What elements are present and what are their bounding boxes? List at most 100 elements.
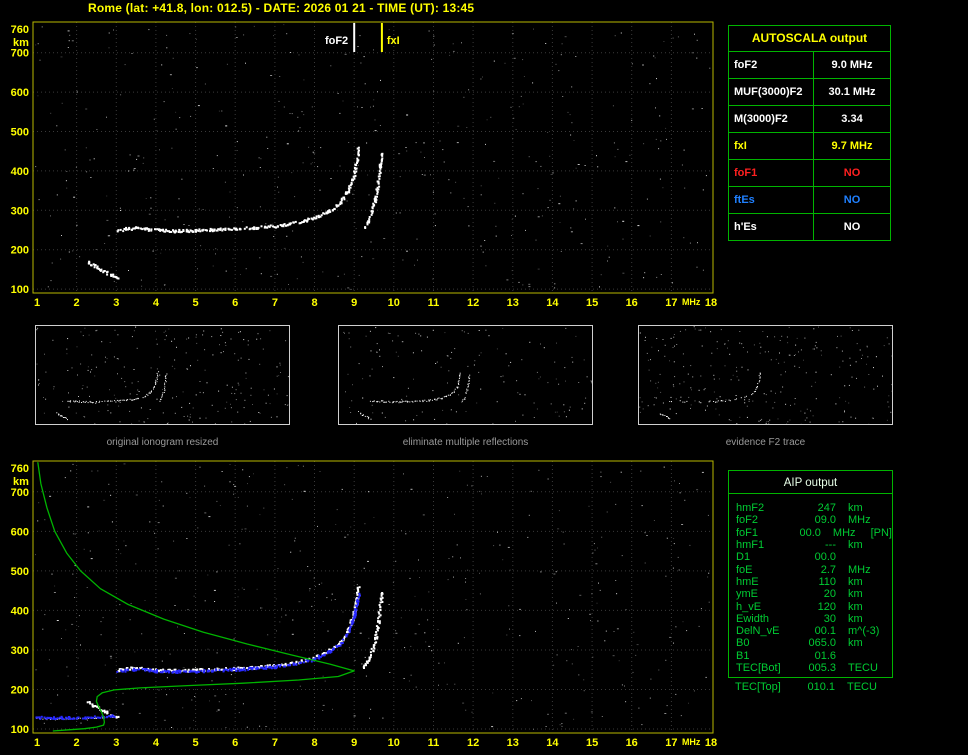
svg-text:9: 9 [351, 297, 357, 309]
thumbnail-noise [343, 327, 593, 425]
aip-row-foF2: foF2 09.0 MHz [729, 514, 892, 526]
y-axis-unit-label: km [13, 37, 29, 49]
aip-param-value: 120 [817, 600, 836, 613]
aip-param-value: 005.3 [808, 662, 836, 674]
aip-param-label: B0 [736, 637, 750, 650]
aip-row-Ewidth: Ewidth 30 km [729, 613, 892, 625]
autoscala-param-label: ftEs [729, 187, 814, 213]
aip-param-value: --- [825, 539, 836, 552]
aip-panel-title: AIP output [729, 471, 892, 494]
aip-param-label: foE [736, 563, 753, 576]
aip-row-hmF1: hmF1 --- km [729, 539, 892, 551]
svg-text:2: 2 [74, 297, 80, 309]
autoscala-row-fxI: fxI 9.7 MHz [729, 132, 890, 159]
aip-param-value: 00.1 [814, 625, 836, 638]
aip-param-label: hmE [736, 575, 759, 588]
svg-text:12: 12 [467, 737, 479, 749]
svg-text:8: 8 [311, 737, 317, 749]
thumb-series-F2-extraordinary-trace [461, 374, 471, 402]
thumb-series-F2-ordinary-trace [67, 371, 160, 404]
autoscala-param-value: 3.34 [841, 113, 863, 125]
aip-param-value: 2.7 [820, 563, 836, 576]
autoscala-param-value: NO [843, 194, 861, 206]
svg-text:500: 500 [11, 127, 29, 139]
aip-param-label: hmF2 [736, 502, 765, 515]
autoscala-row-foF1: foF1 NO [729, 159, 890, 186]
autoscala-panel-title: AUTOSCALA output [751, 31, 868, 45]
thumb-series-E-region-trace [659, 413, 671, 420]
svg-text:760: 760 [11, 24, 29, 36]
aip-param-label: foF2 [736, 514, 759, 527]
svg-text:400: 400 [11, 605, 29, 617]
aip-param-value: 20 [823, 588, 836, 601]
svg-text:300: 300 [11, 645, 29, 657]
aip-param-label: h_vE [736, 600, 762, 613]
thumb-series-F2-extraordinary-trace [159, 373, 168, 402]
autoscala-param-label: MUF(3000)F2 [729, 79, 814, 105]
aip-output-panel: AIP output hmF2 247 km foF2 09.0 MHz foF1 00.0 M… [728, 470, 893, 679]
thumbnail-f2-evidence-caption: evidence F2 trace [725, 437, 806, 448]
svg-text:100: 100 [11, 284, 29, 296]
aip-param-label: TEC[Top] [735, 681, 781, 694]
thumbnail-no-reflections-image [338, 325, 593, 425]
svg-text:18: 18 [705, 737, 717, 749]
svg-text:17: 17 [665, 297, 677, 309]
aip-param-value: 00.0 [814, 551, 836, 564]
aip-row-TEC[Bot]: TEC[Bot] 005.3 TECU [729, 662, 892, 674]
marker-label-fxI: fxI [387, 35, 400, 47]
svg-text:15: 15 [586, 737, 598, 749]
aip-param-label: ymE [736, 588, 758, 601]
thumbnail-f2-evidence-image [638, 325, 893, 425]
svg-text:700: 700 [11, 48, 29, 60]
aip-param-unit: km [848, 600, 863, 613]
svg-text:7: 7 [272, 297, 278, 309]
autoscala-param-value: 9.7 MHz [831, 140, 873, 152]
aip-row-B0: B0 065.0 km [729, 637, 892, 649]
svg-text:11: 11 [428, 737, 440, 749]
series-F2-extraordinary-trace [364, 152, 384, 229]
aip-param-value: 110 [818, 575, 836, 588]
aip-row-TEC[Top]: TEC[Top] 010.1 TECU [728, 681, 893, 693]
svg-text:7: 7 [272, 737, 278, 749]
thumb-series-E-region-trace [360, 412, 372, 420]
svg-text:700: 700 [11, 487, 29, 499]
y-axis-unit-label: km [13, 476, 29, 488]
autoscala-param-label: foF1 [729, 160, 814, 186]
aip-param-label: B1 [736, 649, 750, 662]
svg-text:3: 3 [113, 297, 119, 309]
autoscala-param-label: fxI [729, 133, 814, 159]
svg-text:600: 600 [11, 87, 29, 99]
aip-param-unit: MHz [848, 563, 871, 576]
aip-param-label: TEC[Bot] [736, 662, 781, 674]
aip-param-unit: TECU [847, 681, 877, 694]
thumbnail-original-image [35, 325, 290, 425]
aip-param-label: DelN_vE [736, 625, 780, 638]
y-axis-ticks: 760 700 600 500 400 300 200 100 km [11, 24, 30, 296]
thumb-series-F2-ordinary-trace [671, 372, 761, 404]
autoscala-rows: foF2 9.0 MHz MUF(3000)F2 30.1 MHz M(3000)F2 3… [729, 51, 890, 240]
autoscala-param-label: h'Es [729, 214, 814, 240]
x-axis-ticks: 1 2 3 4 5 6 7 8 9 10 11 12 13 14 15 16 17 18MHz [34, 297, 717, 309]
aip-row-hmF2: hmF2 247 km [729, 502, 892, 514]
aip-param-value: 30 [823, 612, 836, 625]
aip-param-label: D1 [736, 551, 751, 564]
aip-param-value: 247 [817, 502, 836, 515]
aip-param-unit: km [848, 502, 863, 515]
svg-text:10: 10 [388, 737, 400, 749]
thumbnail-original-caption: original ionogram resized [106, 437, 219, 448]
svg-text:200: 200 [11, 685, 29, 697]
thumbnail-border [638, 325, 893, 425]
series-autoscaled-F2-trace [116, 592, 361, 674]
x-axis-unit-label: MHz [682, 737, 701, 747]
aip-param-value: 01.6 [814, 649, 836, 662]
x-axis-ticks: 1 2 3 4 5 6 7 8 9 10 11 12 13 14 15 16 17 18MHz [34, 737, 717, 749]
aip-param-label: hmF1 [736, 539, 765, 552]
svg-text:14: 14 [546, 297, 559, 309]
autoscala-param-value: 30.1 MHz [828, 86, 876, 98]
series-F2-ordinary-trace [116, 146, 360, 234]
autoscala-output-panel: AUTOSCALA output foF2 9.0 MHz MUF(3000)F2 3… [728, 25, 891, 241]
svg-text:12: 12 [467, 297, 479, 309]
tec-bottom-row-container: TEC[Bot] 005.3 TECU [729, 662, 892, 674]
autoscala-row-M(3000)F2: M(3000)F2 3.34 [729, 105, 890, 132]
thumb-series-F2-ordinary-trace [369, 372, 461, 404]
